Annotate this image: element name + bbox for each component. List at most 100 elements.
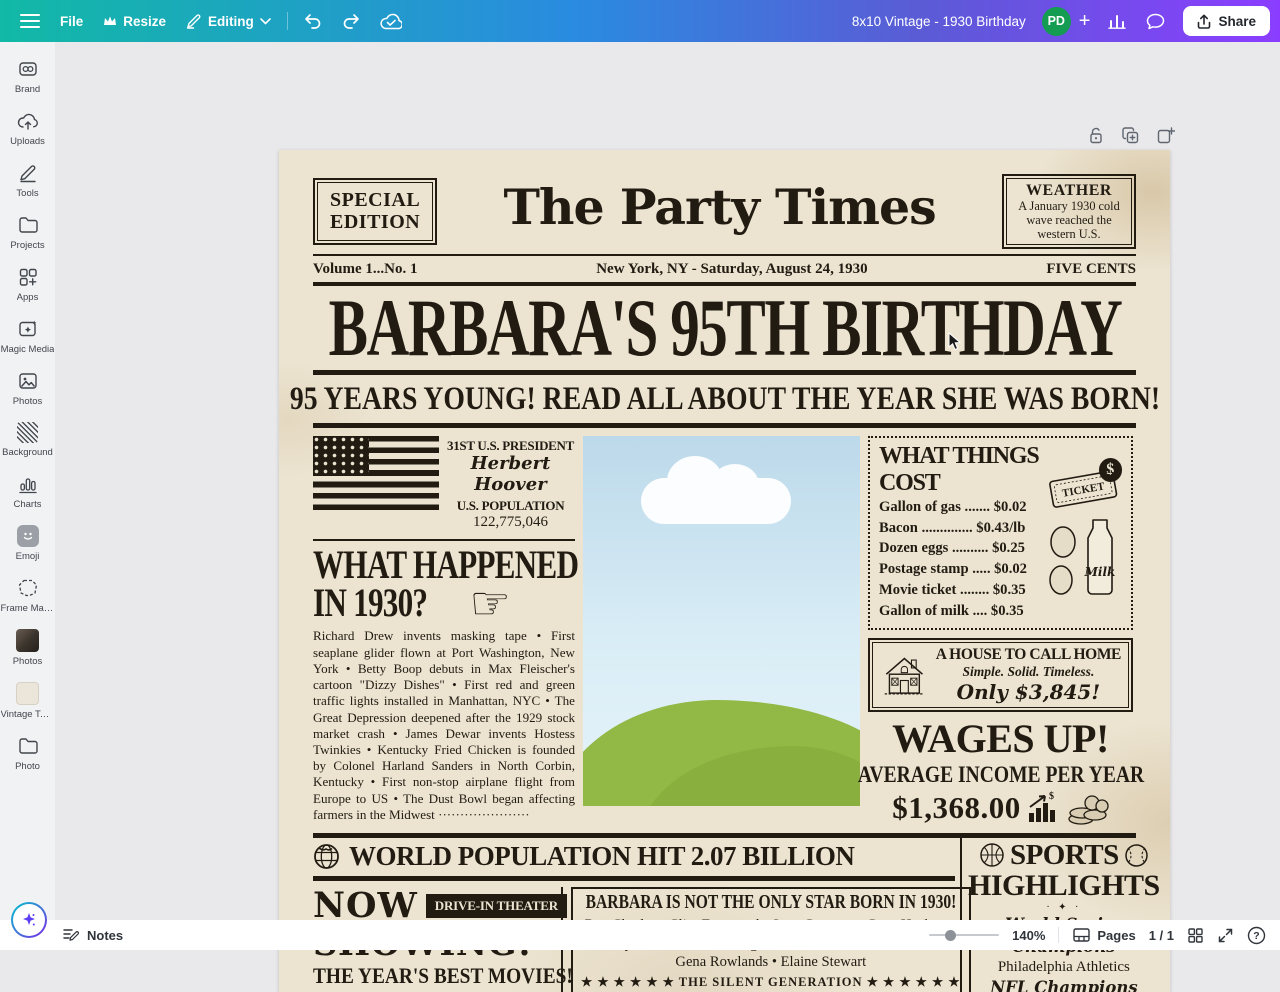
design-page[interactable]: SPECIALEDITION The Party Times WEATHER A…	[279, 150, 1170, 992]
sports-title-line1: SPORTS	[1010, 840, 1119, 870]
tools-icon	[17, 162, 39, 184]
sidebar-item-emoji[interactable]: Emoji	[2, 521, 54, 566]
sidebar-item-photo[interactable]: Photo	[2, 731, 54, 776]
brand-icon	[17, 58, 39, 80]
sidebar-item-uploads[interactable]: Uploads	[2, 106, 54, 151]
generation-text: THE SILENT GENERATION	[679, 975, 863, 989]
zoom-slider-knob[interactable]	[945, 930, 956, 941]
subheadline[interactable]: 95 YEARS YOUNG! READ ALL ABOUT THE YEAR …	[313, 379, 1136, 421]
world-population-strip[interactable]: WORLD POPULATION HIT 2.07 BILLION	[313, 838, 955, 881]
lock-page-button[interactable]	[1085, 124, 1107, 147]
main-menu-button[interactable]	[10, 7, 50, 35]
sidebar-item-brand[interactable]: Brand	[2, 54, 54, 99]
special-edition-box[interactable]: SPECIALEDITION	[313, 178, 437, 245]
file-menu-button[interactable]: File	[50, 8, 93, 35]
notes-label: Notes	[87, 928, 123, 943]
zoom-level[interactable]: 140%	[1012, 928, 1045, 943]
globe-icon	[313, 843, 340, 870]
hamburger-icon	[20, 13, 40, 29]
egg-illustration	[1050, 566, 1072, 594]
add-page-button[interactable]	[1154, 124, 1177, 147]
house-box[interactable]: A HOUSE TO CALL HOME Simple. Solid. Time…	[868, 638, 1133, 712]
sidebar-item-tools[interactable]: Tools	[2, 158, 54, 203]
pages-button[interactable]: Pages	[1072, 927, 1135, 943]
add-member-button[interactable]: +	[1071, 6, 1099, 37]
growth-chart-icon: $	[1025, 791, 1063, 825]
file-menu-label: File	[60, 14, 83, 29]
vintage-texture-thumbnail	[16, 682, 39, 705]
cloud-illustration	[641, 478, 791, 524]
sidebar-item-photos[interactable]: Photos	[2, 366, 54, 411]
world-series-value: Philadelphia Athletics	[968, 958, 1160, 977]
redo-button[interactable]	[332, 7, 370, 35]
cost-item: Gallon of milk .... $0.35	[879, 601, 1122, 622]
what-happened-title[interactable]: WHAT HAPPENED IN 1930? ☞	[313, 546, 575, 622]
house-tagline: Simple. Solid. Timeless.	[936, 664, 1121, 680]
avatar[interactable]: PD	[1042, 7, 1071, 36]
what-happened-line2: IN 1930?	[313, 584, 427, 622]
sidebar-label: Vintage Tex...	[1, 709, 55, 720]
document-title[interactable]: 8x10 Vintage - 1930 Birthday	[852, 14, 1026, 29]
duplicate-page-button[interactable]	[1119, 124, 1142, 147]
wages-block[interactable]: WAGES UP! AVERAGE INCOME PER YEAR $1,368…	[868, 716, 1133, 825]
sidebar-item-apps[interactable]: Apps	[2, 262, 54, 307]
undo-button[interactable]	[294, 7, 332, 35]
dateline-row[interactable]: Volume 1...No. 1 New York, NY - Saturday…	[313, 256, 1136, 282]
weather-box[interactable]: WEATHER A January 1930 cold wave reached…	[1002, 174, 1136, 249]
nfl-label: NFL Champions	[968, 977, 1160, 992]
bottom-band: WORLD POPULATION HIT 2.07 BILLION NOW DR…	[313, 833, 1136, 992]
help-icon[interactable]: ?	[1247, 926, 1266, 945]
comments-button[interactable]	[1136, 7, 1175, 36]
events-text[interactable]: Richard Drew invents masking tape • Firs…	[313, 628, 575, 823]
columns: 31ST U.S. PRESIDENT Herbert Hoover U.S. …	[313, 436, 1136, 825]
sidebar-label: Background	[2, 447, 53, 458]
stars-glyphs: ★ ★ ★ ★ ★ ★	[867, 975, 961, 989]
sidebar-item-photos-collection[interactable]: Photos	[2, 625, 54, 671]
fullscreen-icon[interactable]	[1217, 927, 1234, 944]
share-label: Share	[1218, 14, 1256, 29]
sidebar-label: Magic Media	[1, 344, 55, 355]
sidebar-item-magic-media[interactable]: Magic Media	[2, 314, 54, 359]
crown-icon	[103, 15, 117, 27]
resize-button[interactable]: Resize	[93, 8, 176, 35]
volume-label: Volume 1...No. 1	[313, 261, 417, 278]
grid-view-icon[interactable]	[1187, 927, 1204, 944]
house-price: Only $3,845!	[936, 680, 1121, 704]
us-flag-illustration	[313, 436, 439, 510]
sidebar-item-charts[interactable]: Charts	[2, 469, 54, 514]
sparkle-icon	[21, 912, 37, 928]
sidebar-item-vintage-texture[interactable]: Vintage Tex...	[2, 678, 54, 724]
basketball-icon	[979, 842, 1005, 868]
costs-illustrations: TICKET Milk	[1045, 472, 1123, 600]
sports-block[interactable]: SPORTS HIGHLIGHTS · ✦ · World Series Cha…	[960, 838, 1160, 992]
editing-mode-button[interactable]: Editing	[176, 7, 281, 35]
sidebar-item-frame-maker[interactable]: Frame Maker	[2, 573, 54, 618]
costs-box[interactable]: WHAT THINGS COST $ Gallon of gas .......…	[868, 436, 1133, 630]
svg-text:?: ?	[1253, 930, 1259, 942]
sidebar-item-projects[interactable]: Projects	[2, 210, 54, 255]
weather-body: A January 1930 cold wave reached the wes…	[1013, 200, 1125, 241]
sidebar-label: Photos	[13, 656, 43, 667]
photo-placeholder[interactable]	[583, 436, 860, 806]
divider	[313, 539, 575, 541]
zoom-slider[interactable]	[929, 934, 999, 936]
masthead-title[interactable]: The Party Times	[437, 168, 1002, 246]
frame-maker-icon	[16, 577, 40, 599]
cloud-save-button[interactable]	[370, 7, 412, 36]
left-column: 31ST U.S. PRESIDENT Herbert Hoover U.S. …	[313, 436, 575, 825]
pages-icon	[1072, 927, 1091, 943]
notes-button[interactable]: Notes	[62, 927, 123, 943]
share-button[interactable]: Share	[1183, 6, 1270, 36]
charts-icon	[17, 473, 39, 495]
world-population-text: WORLD POPULATION HIT 2.07 BILLION	[349, 841, 854, 872]
ticket-illustration: TICKET	[1049, 472, 1117, 508]
house-illustration	[880, 646, 929, 704]
headline[interactable]: BARBARA'S 95TH BIRTHDAY	[313, 288, 1136, 370]
president-block[interactable]: 31ST U.S. PRESIDENT Herbert Hoover U.S. …	[313, 436, 575, 531]
sidebar-item-background[interactable]: Background	[2, 418, 54, 462]
canvas-area: SPECIALEDITION The Party Times WEATHER A…	[55, 42, 1280, 950]
svg-text:$: $	[1049, 791, 1054, 802]
sidebar-label: Projects	[10, 240, 44, 251]
canva-assistant-button[interactable]	[11, 902, 47, 938]
insights-button[interactable]	[1098, 7, 1136, 35]
